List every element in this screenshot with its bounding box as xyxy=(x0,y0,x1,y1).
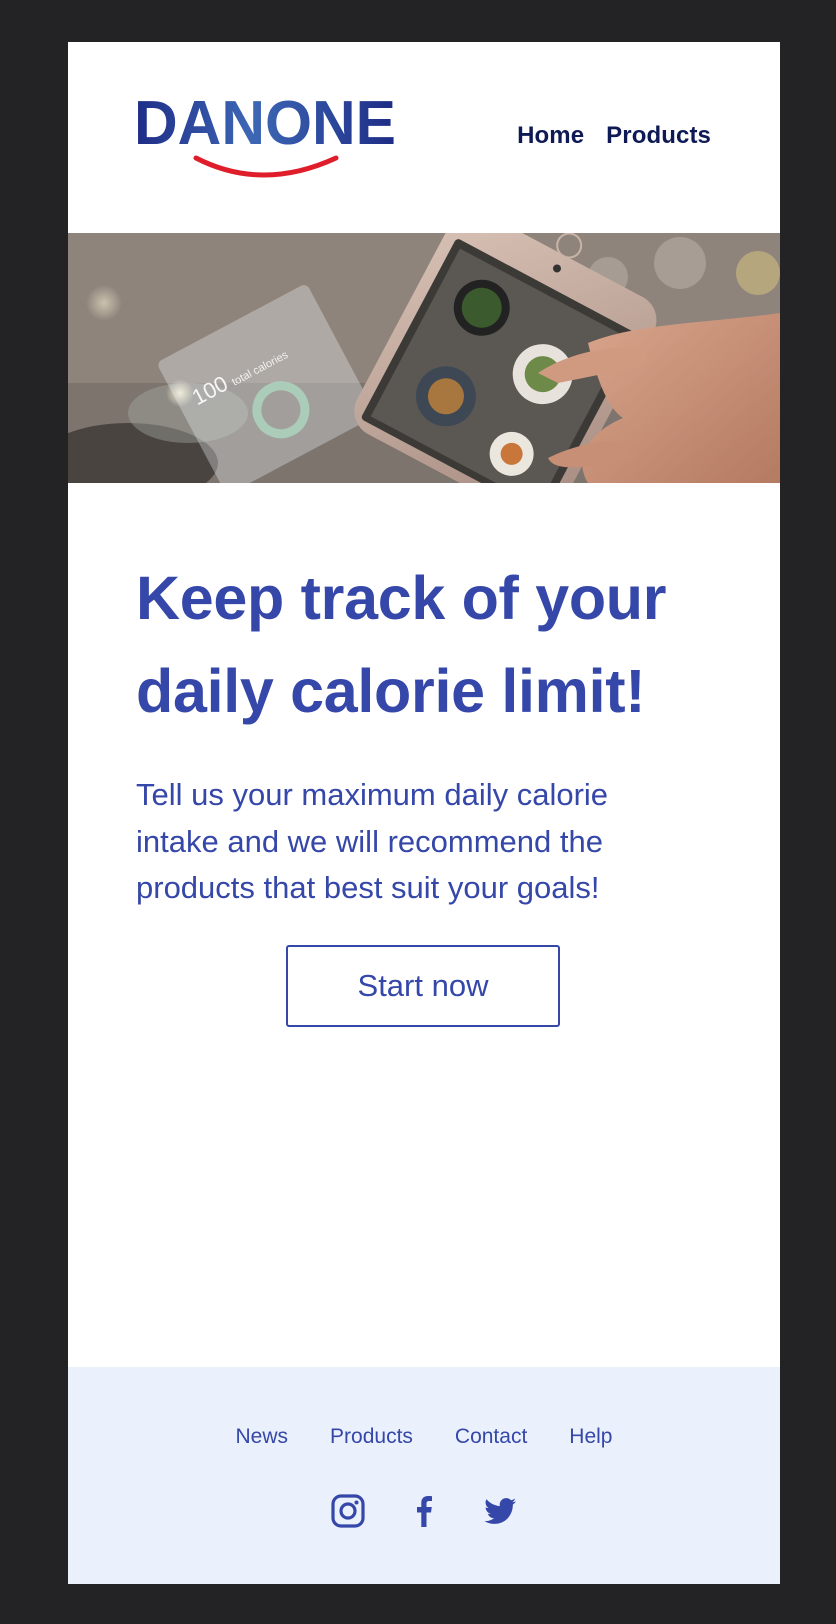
page-headline: Keep track of your daily calorie limit! xyxy=(136,564,667,725)
main-nav: Home Products xyxy=(517,122,711,150)
danone-logo[interactable]: DANONE xyxy=(134,92,398,184)
page-card: DANONE Home Products 100 total calories … xyxy=(68,42,780,1584)
twitter-icon[interactable] xyxy=(482,1493,518,1529)
instagram-icon[interactable] xyxy=(330,1493,366,1529)
nav-home-link[interactable]: Home xyxy=(517,122,584,150)
site-header: DANONE Home Products xyxy=(68,42,780,233)
footer-link-help[interactable]: Help xyxy=(569,1425,612,1449)
footer-link-products[interactable]: Products xyxy=(330,1425,413,1449)
nav-products-link[interactable]: Products xyxy=(606,122,711,150)
facebook-icon[interactable] xyxy=(406,1493,442,1529)
site-footer: News Products Contact Help xyxy=(68,1367,780,1584)
social-links xyxy=(68,1493,780,1529)
logo-wordmark: DANONE xyxy=(134,92,396,158)
start-now-button[interactable]: Start now xyxy=(286,945,560,1027)
logo-smile xyxy=(193,155,339,178)
hero-image: 100 total calories xyxy=(68,233,780,483)
phone-scanning-food-image: 100 total calories xyxy=(68,233,780,483)
footer-link-contact[interactable]: Contact xyxy=(455,1425,527,1449)
footer-links: News Products Contact Help xyxy=(68,1425,780,1449)
intro-paragraph: Tell us your maximum daily calorie intak… xyxy=(136,777,609,905)
footer-link-news[interactable]: News xyxy=(236,1425,289,1449)
